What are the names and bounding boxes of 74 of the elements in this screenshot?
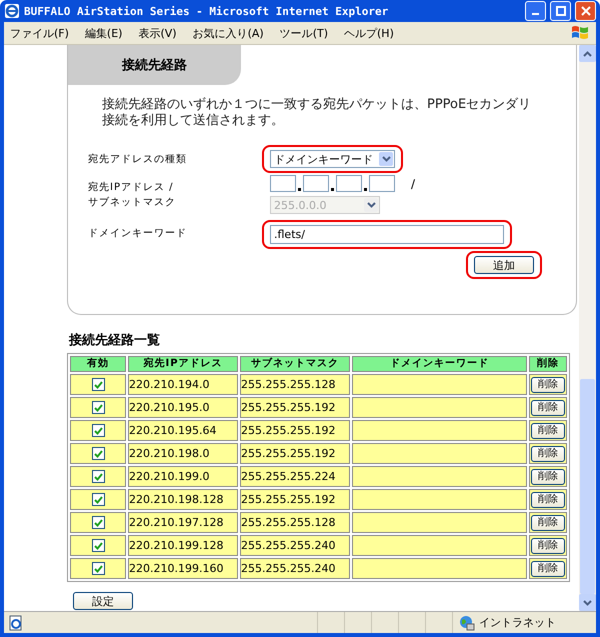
delete-button[interactable]: 削除 — [531, 514, 565, 531]
table-cell: 220.210.197.128 — [128, 512, 238, 533]
domain-field[interactable]: .flets/ — [270, 225, 504, 244]
minimize-button[interactable] — [525, 1, 546, 21]
table-cell: 220.210.195.0 — [128, 397, 238, 418]
enabled-checkbox[interactable] — [92, 378, 104, 392]
enabled-checkbox[interactable] — [92, 539, 104, 552]
enabled-checkbox[interactable] — [92, 470, 104, 484]
table-cell: 220.210.198.128 — [128, 489, 238, 510]
enabled-checkbox[interactable] — [92, 562, 104, 576]
zone-label: イントラネット — [479, 615, 556, 630]
table-cell: 255.255.255.192 — [240, 397, 350, 418]
enabled-checkbox[interactable] — [92, 401, 104, 414]
table-cell: 255.255.255.192 — [240, 489, 350, 510]
maximize-icon — [556, 6, 566, 16]
add-button[interactable]: 追加 — [474, 256, 534, 274]
window-title: BUFFALO AirStation Series - Microsoft Internet Explorer — [24, 4, 390, 18]
section-title: 接続先経路一覧 — [69, 332, 161, 349]
browser-icon — [4, 3, 20, 19]
table-cell: 220.210.194.0 — [128, 374, 238, 395]
field-label: サブネットマスク — [88, 196, 177, 209]
column-header: 有効 — [70, 356, 126, 372]
delete-button[interactable]: 削除 — [531, 560, 565, 577]
field-label: 宛先アドレスの種類 — [88, 152, 188, 166]
separator: / — [411, 176, 416, 190]
menu-item[interactable]: ツール(T) — [272, 26, 336, 40]
delete-button[interactable]: 削除 — [531, 376, 565, 393]
field-label: ドメインキーワード — [88, 226, 188, 240]
table-cell: 220.210.199.128 — [128, 535, 238, 556]
type-dropdown[interactable]: ドメインキーワード — [270, 150, 395, 168]
delete-button[interactable]: 削除 — [531, 422, 565, 439]
delete-button[interactable]: 削除 — [531, 538, 565, 554]
enabled-checkbox[interactable] — [92, 516, 104, 530]
column-header: ドメインキーワード — [352, 356, 527, 372]
page-icon — [8, 614, 24, 630]
table-cell: 255.255.255.128 — [240, 374, 350, 395]
table-cell: 255.255.255.224 — [240, 466, 350, 487]
save-button[interactable]: 設定 — [73, 592, 133, 610]
ip-octet-field[interactable] — [336, 175, 362, 192]
column-header: 宛先IPアドレス — [128, 356, 238, 372]
menu-item[interactable]: 編集(E) — [76, 26, 130, 40]
menu-item[interactable]: ヘルプ(H) — [336, 26, 402, 40]
column-header: 削除 — [529, 356, 567, 372]
table-cell: 255.255.255.128 — [240, 512, 350, 533]
enabled-checkbox[interactable] — [92, 493, 104, 506]
table-cell: 220.210.199.0 — [128, 466, 238, 487]
table-cell: 220.210.199.160 — [128, 558, 238, 579]
table-cell: 220.210.198.0 — [128, 443, 238, 464]
menu-item[interactable]: お気に入り(A) — [184, 26, 272, 40]
table-cell: 255.255.255.192 — [240, 443, 350, 464]
close-button[interactable] — [575, 1, 596, 21]
ip-octet-field[interactable] — [270, 175, 296, 192]
delete-button[interactable]: 削除 — [531, 492, 565, 508]
close-icon — [580, 6, 590, 16]
delete-button[interactable]: 削除 — [531, 468, 565, 485]
maximize-button[interactable] — [550, 1, 571, 21]
ip-octet-field[interactable] — [369, 175, 395, 192]
enabled-checkbox[interactable] — [92, 447, 104, 460]
windows-flag-icon — [570, 24, 590, 42]
scrollbar[interactable] — [579, 45, 596, 611]
description: 接続先経路のいずれか１つに一致する宛先パケットは、PPPoEセカンダリ接続を利用して送信されます。 — [102, 97, 532, 129]
table-cell: 255.255.255.240 — [240, 558, 350, 579]
table-cell: 255.255.255.240 — [240, 535, 350, 556]
menu-item[interactable]: 表示(V) — [130, 26, 185, 40]
enabled-checkbox[interactable] — [92, 424, 104, 438]
network-globe-icon — [459, 614, 475, 630]
delete-button[interactable]: 削除 — [531, 400, 565, 416]
delete-button[interactable]: 削除 — [531, 446, 565, 462]
table-cell: 255.255.255.192 — [240, 420, 350, 441]
menu-item[interactable]: ファイル(F) — [4, 26, 77, 40]
column-header: サブネットマスク — [240, 356, 350, 372]
table-cell: 220.210.195.64 — [128, 420, 238, 441]
field-label: 宛先IPアドレス / — [88, 180, 175, 194]
ip-octet-field[interactable] — [303, 175, 329, 192]
